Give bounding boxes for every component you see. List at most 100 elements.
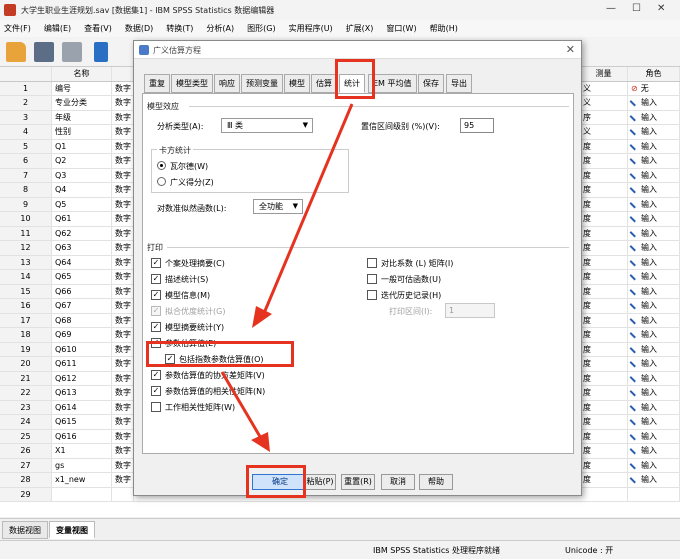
row-number[interactable]: 6 [0,154,52,168]
role-cell[interactable]: 输入 [628,241,680,255]
header-name[interactable]: 名称 [52,67,112,81]
row-number[interactable]: 15 [0,284,52,298]
label-model-info[interactable]: 模型信息(M) [165,290,210,301]
row-number[interactable]: 22 [0,386,52,400]
variable-type-cell[interactable]: 数字 [112,284,134,298]
measure-cell[interactable]: 度 [580,328,628,342]
tab-repeated[interactable]: 重复 [144,74,170,93]
role-cell[interactable]: 输入 [628,400,680,414]
role-cell[interactable]: 输入 [628,226,680,240]
role-cell[interactable]: 输入 [628,168,680,182]
variable-type-cell[interactable]: 数字 [112,386,134,400]
label-general-estimable[interactable]: 一般可估函数(U) [381,274,441,285]
measure-cell[interactable]: 度 [580,197,628,211]
role-cell[interactable]: 输入 [628,386,680,400]
cb-case-processing[interactable]: ✓ [151,258,161,268]
measure-cell[interactable]: 度 [580,168,628,182]
variable-type-cell[interactable]: 数字 [112,96,134,110]
measure-cell[interactable]: 度 [580,139,628,153]
variable-name-cell[interactable]: 编号 [52,81,112,95]
variable-type-cell[interactable]: 数字 [112,371,134,385]
row-number[interactable]: 16 [0,299,52,313]
role-cell[interactable]: ⊘ 无 [628,81,680,95]
row-number[interactable]: 12 [0,241,52,255]
role-cell[interactable]: 输入 [628,270,680,284]
variable-name-cell[interactable]: Q615 [52,415,112,429]
measure-cell[interactable]: 度 [580,241,628,255]
variable-type-cell[interactable]: 数字 [112,429,134,443]
role-cell[interactable]: 输入 [628,197,680,211]
cb-general-estimable[interactable] [367,274,377,284]
role-cell[interactable]: 输入 [628,255,680,269]
variable-name-cell[interactable]: x1_new [52,473,112,487]
measure-cell[interactable]: 义 [580,125,628,139]
row-number[interactable]: 2 [0,96,52,110]
variable-type-cell[interactable]: 数字 [112,313,134,327]
row-number[interactable]: 1 [0,81,52,95]
print-icon[interactable] [62,42,82,62]
help-button[interactable]: 帮助 [419,474,453,490]
row-number[interactable]: 8 [0,183,52,197]
variable-name-cell[interactable]: Q616 [52,429,112,443]
row-number[interactable]: 5 [0,139,52,153]
row-number[interactable]: 10 [0,212,52,226]
variable-name-cell[interactable]: X1 [52,444,112,458]
row-number[interactable]: 24 [0,415,52,429]
role-cell[interactable]: 输入 [628,299,680,313]
variable-name-cell[interactable]: Q5 [52,197,112,211]
variable-type-cell[interactable]: 数字 [112,342,134,356]
row-number[interactable]: 28 [0,473,52,487]
variable-name-cell[interactable]: Q4 [52,183,112,197]
variable-type-cell[interactable]: 数字 [112,444,134,458]
generalized-score-radio[interactable] [157,177,166,186]
measure-cell[interactable]: 度 [580,154,628,168]
variable-name-cell[interactable]: Q69 [52,328,112,342]
menu-analyze[interactable]: 分析(A) [206,23,234,34]
tab-variable-view[interactable]: 变量视图 [49,521,95,539]
role-cell[interactable]: 输入 [628,371,680,385]
variable-name-cell[interactable]: Q3 [52,168,112,182]
role-cell[interactable]: 输入 [628,139,680,153]
header-type[interactable] [112,67,134,81]
row-number[interactable]: 19 [0,342,52,356]
variable-name-cell[interactable]: Q610 [52,342,112,356]
role-cell[interactable]: 输入 [628,415,680,429]
variable-type-cell[interactable]: 数字 [112,226,134,240]
variable-type-cell[interactable]: 数字 [112,357,134,371]
cb-iteration-history[interactable] [367,290,377,300]
row-number[interactable]: 26 [0,444,52,458]
variable-name-cell[interactable]: 专业分类 [52,96,112,110]
variable-type-cell[interactable]: 数字 [112,255,134,269]
measure-cell[interactable]: 度 [580,357,628,371]
open-folder-icon[interactable] [6,42,26,62]
variable-type-cell[interactable]: 数字 [112,400,134,414]
wald-radio[interactable] [157,161,166,170]
role-cell[interactable] [628,487,680,501]
label-working-correlation[interactable]: 工作相关性矩阵(W) [165,402,235,413]
role-cell[interactable]: 输入 [628,110,680,124]
minimize-icon[interactable]: — [606,3,616,14]
variable-type-cell[interactable]: 数字 [112,197,134,211]
close-window-icon[interactable]: ✕ [657,3,665,14]
cb-model-info[interactable]: ✓ [151,290,161,300]
tab-export[interactable]: 导出 [446,74,472,93]
menu-window[interactable]: 窗口(W) [386,23,416,34]
row-number[interactable]: 20 [0,357,52,371]
measure-cell[interactable]: 度 [580,429,628,443]
header-role[interactable]: 角色 [628,67,680,81]
role-cell[interactable]: 输入 [628,212,680,226]
cb-model-summary[interactable]: ✓ [151,322,161,332]
variable-name-cell[interactable]: Q613 [52,386,112,400]
measure-cell[interactable]: 度 [580,473,628,487]
label-correlation-matrix[interactable]: 参数估算值的相关性矩阵(N) [165,386,265,397]
cb-correlation-matrix[interactable]: ✓ [151,386,161,396]
role-cell[interactable]: 输入 [628,357,680,371]
variable-type-cell[interactable]: 数字 [112,125,134,139]
cancel-button[interactable]: 取消 [381,474,415,490]
measure-cell[interactable]: 度 [580,212,628,226]
role-cell[interactable]: 输入 [628,473,680,487]
measure-cell[interactable]: 度 [580,313,628,327]
variable-type-cell[interactable]: 数字 [112,139,134,153]
tab-predictors[interactable]: 预测变量 [241,74,283,93]
measure-cell[interactable]: 度 [580,415,628,429]
